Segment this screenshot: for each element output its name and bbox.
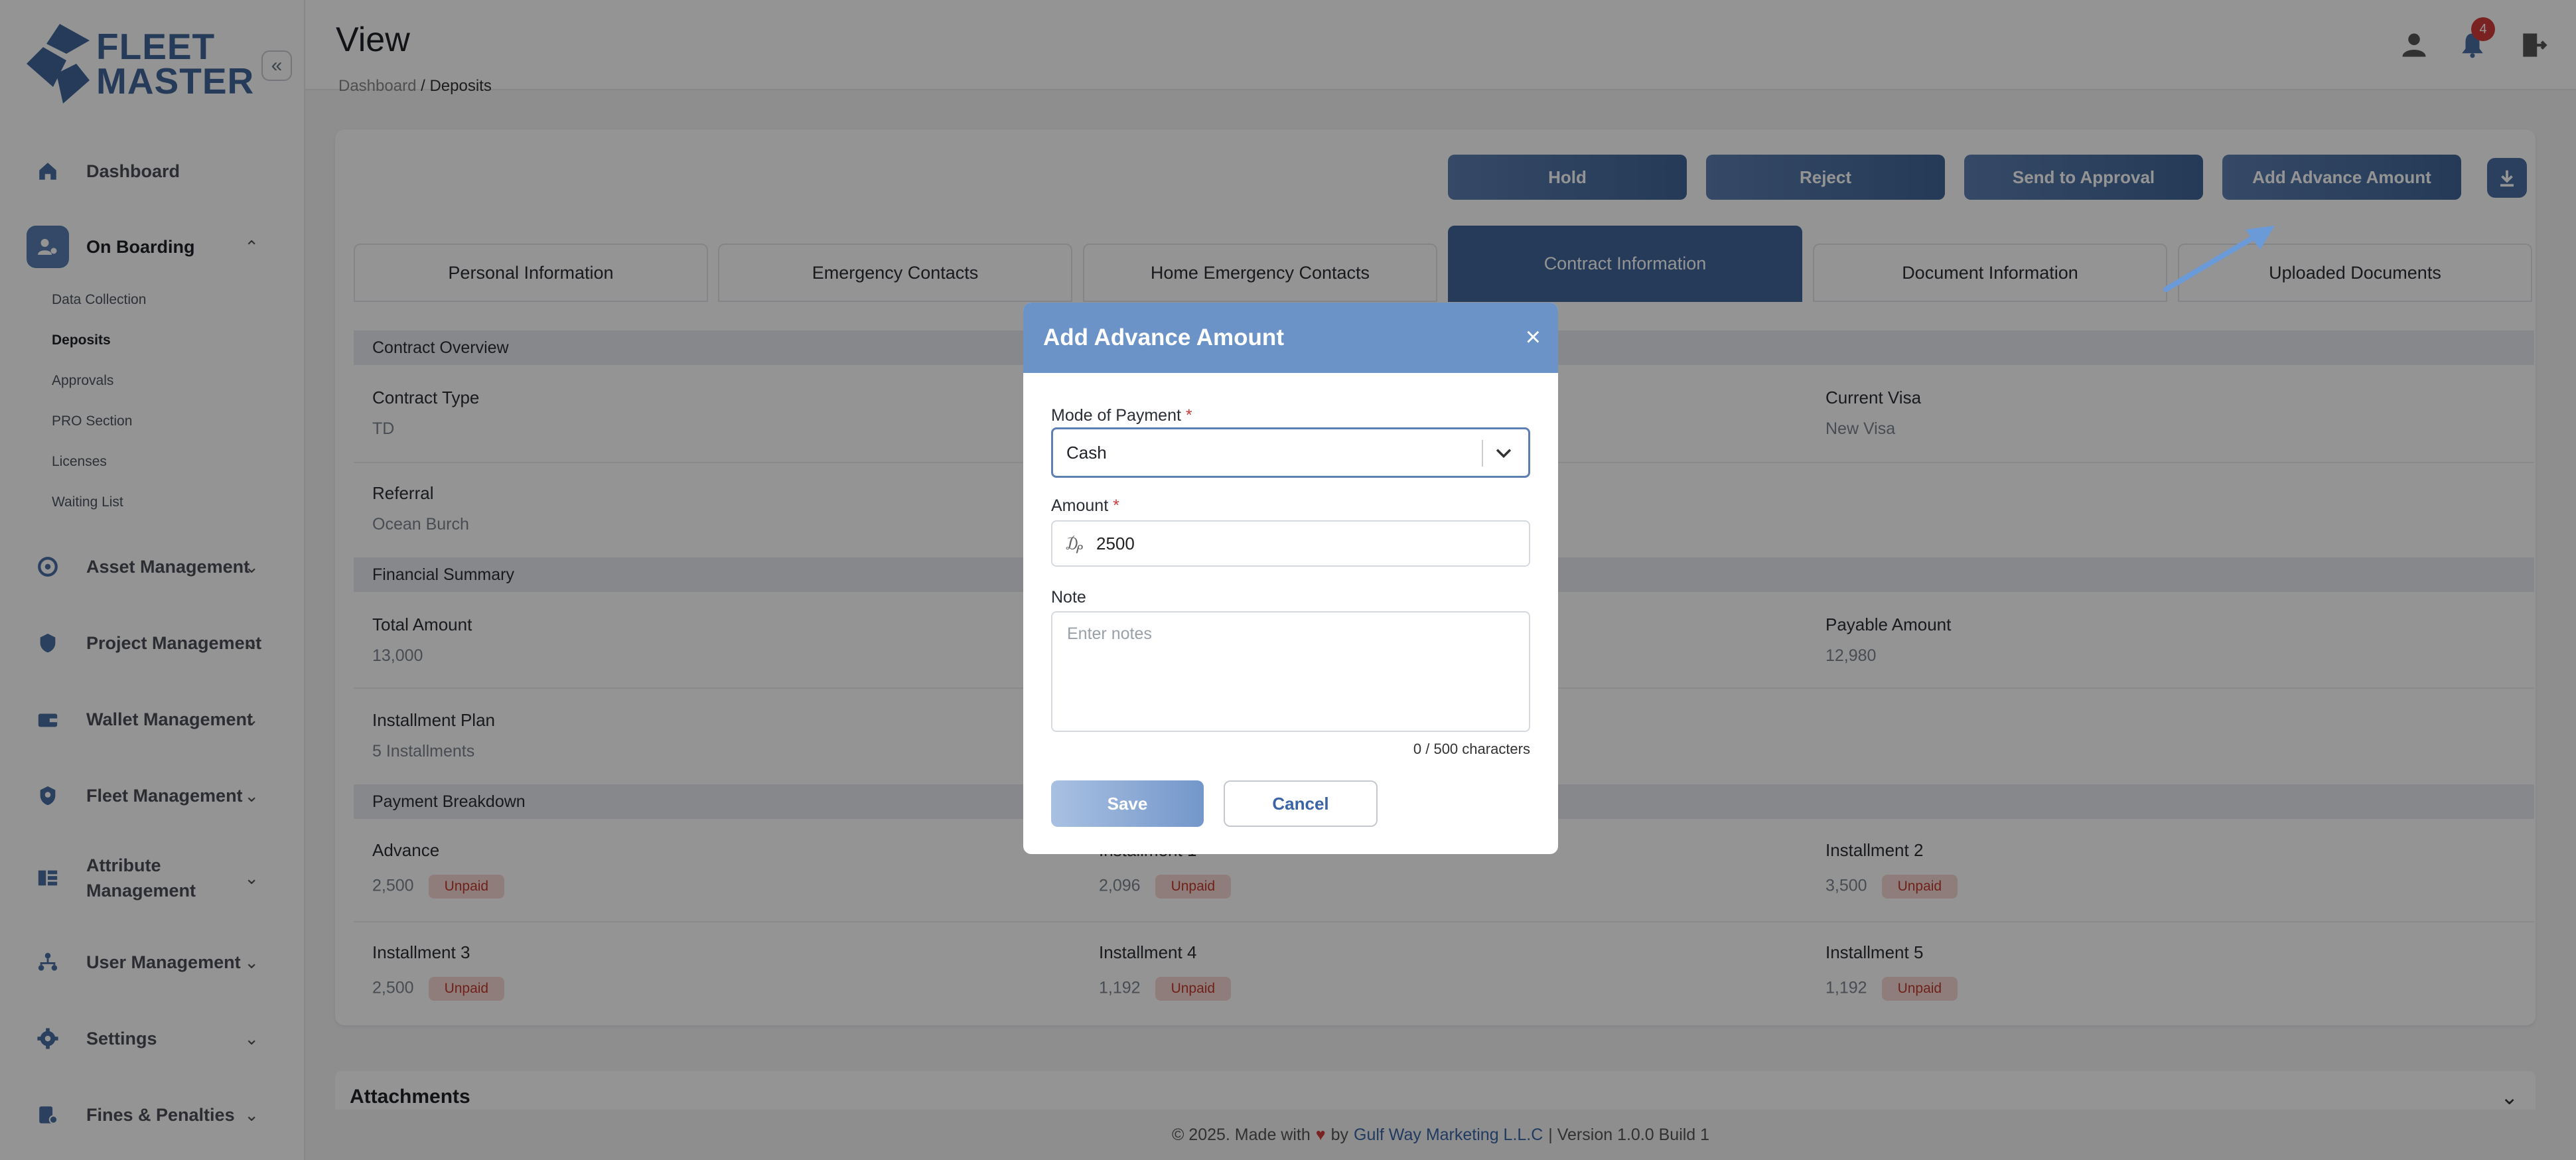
save-button[interactable]: Save [1051,780,1204,827]
mode-of-payment-value: Cash [1066,442,1107,463]
chevron-down-icon[interactable] [1492,441,1515,464]
amount-input[interactable]: ₯ 2500 [1051,520,1530,567]
add-advance-amount-modal: Add Advance Amount × Mode of Payment * C… [1023,303,1558,854]
amount-label-text: Amount [1051,496,1109,515]
amount-label: Amount * [1051,496,1119,516]
mode-of-payment-label: Mode of Payment * [1051,406,1192,425]
mode-of-payment-label-text: Mode of Payment [1051,406,1181,425]
close-icon[interactable]: × [1526,324,1541,350]
arrow-pointer-icon [2163,226,2275,292]
required-mark: * [1113,496,1119,515]
cancel-button[interactable]: Cancel [1224,780,1378,827]
modal-title: Add Advance Amount [1043,325,1284,350]
amount-value: 2500 [1096,533,1135,553]
mode-of-payment-select[interactable]: Cash [1051,427,1530,478]
character-counter: 0 / 500 characters [1413,741,1530,757]
required-mark: * [1185,406,1192,425]
note-label: Note [1051,588,1086,607]
select-separator [1482,440,1483,467]
modal-header: Add Advance Amount × [1023,303,1558,373]
note-textarea[interactable]: Enter notes [1051,611,1530,732]
currency-icon: ₯ [1066,533,1083,553]
